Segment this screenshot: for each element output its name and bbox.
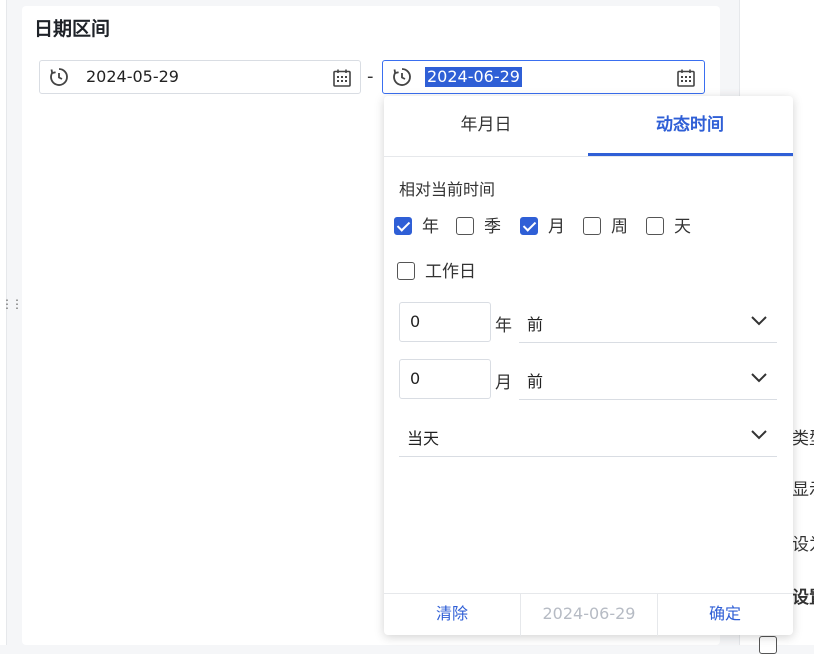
checkbox-box <box>394 217 412 235</box>
setting-label-type: 类型 <box>792 429 814 449</box>
calendar-icon[interactable] <box>332 68 352 88</box>
chevron-down-icon <box>751 430 767 440</box>
year-offset-unit: 年 <box>495 316 512 336</box>
picker-tabs: 年月日 动态时间 <box>384 96 793 157</box>
checkbox-label: 季 <box>484 217 501 237</box>
chevron-down-icon <box>751 373 767 383</box>
drag-handle-icon[interactable]: ⋮⋮ <box>1 298 23 310</box>
setting-label-settings: 设置 <box>792 588 814 608</box>
relative-time-label: 相对当前时间 <box>399 180 496 199</box>
calendar-icon[interactable] <box>676 68 696 88</box>
checkbox-box <box>583 217 601 235</box>
end-date-input[interactable]: 2024-06-29 <box>382 60 705 94</box>
year-direction-select[interactable]: 前 <box>519 302 777 343</box>
checkbox-label: 月 <box>548 217 565 237</box>
checkbox-label: 年 <box>422 217 439 237</box>
left-panel-edge <box>0 0 7 645</box>
checkbox-label: 工作日 <box>425 262 476 282</box>
history-clock-icon <box>393 68 411 86</box>
checkbox-box <box>397 262 415 280</box>
history-clock-icon <box>50 68 68 86</box>
setting-label-display: 显示 <box>792 480 814 500</box>
chevron-down-icon <box>751 316 767 326</box>
checkbox-box <box>456 217 474 235</box>
range-separator: - <box>367 66 374 87</box>
year-offset-input[interactable]: 0 <box>399 302 491 342</box>
select-value: 前 <box>527 315 544 334</box>
checkbox-label: 周 <box>611 217 628 237</box>
picker-footer: 清除 2024-06-29 确定 <box>384 593 793 636</box>
month-offset-unit: 月 <box>495 373 512 393</box>
tab-year-month-day[interactable]: 年月日 <box>384 96 588 156</box>
checkbox-box <box>520 217 538 235</box>
end-date-value: 2024-06-29 <box>425 67 522 87</box>
date-picker-popup: 年月日 动态时间 相对当前时间 年 季 月 周 天 工作日 0 年 前 0 月 … <box>384 96 793 636</box>
setting-label-set-as: 设为 <box>792 535 814 555</box>
page-title: 日期区间 <box>34 18 111 40</box>
preview-date: 2024-06-29 <box>520 594 658 636</box>
start-date-input[interactable]: 2024-05-29 <box>39 60 361 94</box>
checkbox-label: 天 <box>674 217 691 237</box>
settings-checkbox[interactable] <box>759 636 777 654</box>
clear-button[interactable]: 清除 <box>384 594 520 636</box>
day-anchor-select[interactable]: 当天 <box>399 416 777 457</box>
month-offset-input[interactable]: 0 <box>399 359 491 399</box>
start-date-value: 2024-05-29 <box>86 67 179 86</box>
tab-dynamic-time[interactable]: 动态时间 <box>588 96 792 156</box>
month-direction-select[interactable]: 前 <box>519 359 777 400</box>
checkbox-box <box>646 217 664 235</box>
select-value: 当天 <box>407 429 440 448</box>
select-value: 前 <box>527 372 544 391</box>
confirm-button[interactable]: 确定 <box>657 594 793 636</box>
active-tab-indicator <box>588 153 793 156</box>
